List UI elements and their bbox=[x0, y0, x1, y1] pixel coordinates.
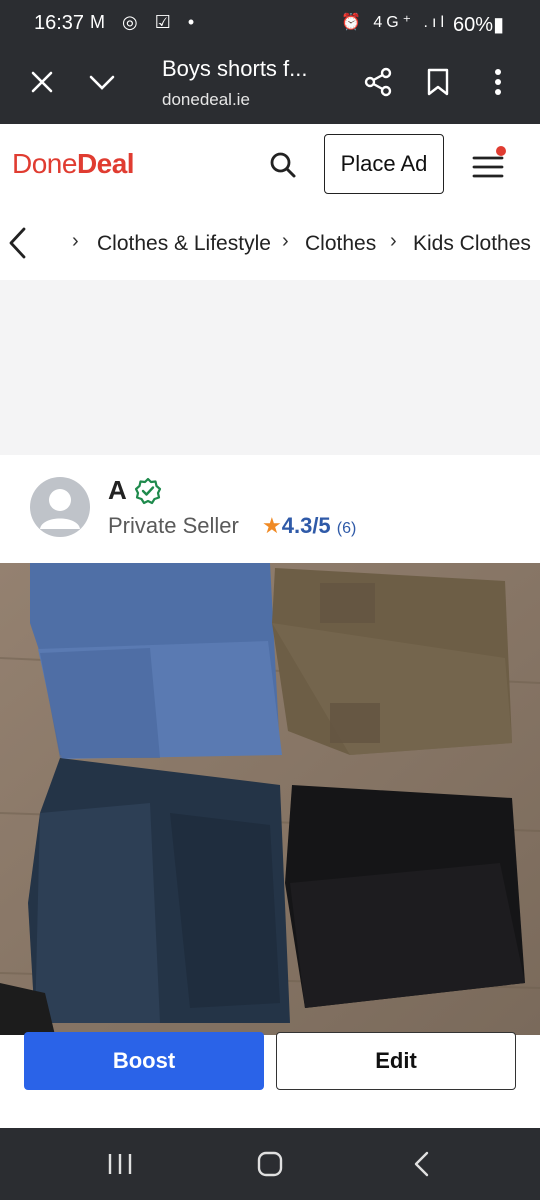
recent-apps-button[interactable] bbox=[100, 1148, 140, 1180]
signal-icons: ⏰ 4G⁺ .ıl bbox=[340, 14, 448, 31]
battery-indicator: 60%▮ bbox=[452, 14, 504, 36]
user-icon bbox=[40, 489, 80, 529]
chevron-right-icon: › bbox=[282, 230, 289, 252]
bookmark-icon bbox=[427, 68, 449, 96]
chevron-right-icon: › bbox=[72, 230, 79, 252]
donedeal-logo[interactable]: DoneDeal bbox=[12, 148, 135, 180]
breadcrumb-item-clothes[interactable]: Clothes bbox=[305, 232, 376, 256]
listing-photo[interactable] bbox=[0, 563, 540, 1035]
site-header: DoneDeal Place Ad bbox=[0, 124, 540, 209]
chevron-down-icon bbox=[89, 75, 115, 90]
seller-rating[interactable]: ★4.3/5 (6) bbox=[262, 513, 356, 539]
shorts-photo-illustration bbox=[0, 563, 540, 1035]
seller-panel[interactable]: A Private Seller ★4.3/5 (6) bbox=[0, 455, 540, 563]
logo-text-bold: Deal bbox=[76, 148, 135, 179]
system-back-button[interactable] bbox=[404, 1148, 440, 1180]
minimize-tab-button[interactable] bbox=[78, 58, 126, 106]
star-icon: ★ bbox=[262, 513, 282, 538]
edit-button[interactable]: Edit bbox=[276, 1032, 516, 1090]
more-options-button[interactable] bbox=[474, 58, 522, 106]
avatar bbox=[30, 477, 90, 537]
back-button[interactable] bbox=[6, 226, 36, 262]
close-icon bbox=[31, 71, 53, 93]
seller-type: Private Seller bbox=[108, 513, 239, 538]
system-navigation-bar bbox=[0, 1128, 540, 1200]
browser-toolbar: Boys shorts f... donedeal.ie bbox=[0, 48, 540, 124]
notification-icons: M ◎ ☑ • bbox=[90, 12, 201, 32]
notification-dot bbox=[496, 146, 506, 156]
rating-value: 4.3/5 bbox=[281, 513, 331, 538]
menu-button[interactable] bbox=[470, 146, 508, 184]
search-button[interactable] bbox=[266, 148, 300, 182]
rating-count: (6) bbox=[336, 520, 357, 537]
share-button[interactable] bbox=[354, 58, 402, 106]
ad-placeholder bbox=[0, 280, 540, 455]
status-time: 16:37 bbox=[34, 12, 85, 34]
seller-name: A bbox=[108, 475, 127, 505]
verified-badge-icon bbox=[134, 477, 162, 505]
chevron-right-icon: › bbox=[390, 230, 397, 252]
search-icon bbox=[270, 152, 296, 178]
boost-button[interactable]: Boost bbox=[24, 1032, 264, 1090]
home-icon bbox=[257, 1151, 283, 1177]
share-icon bbox=[364, 67, 392, 97]
breadcrumb-item-clothes-lifestyle[interactable]: Clothes & Lifestyle bbox=[97, 232, 271, 256]
back-arrow-icon bbox=[414, 1151, 429, 1177]
recent-apps-icon bbox=[108, 1154, 132, 1174]
logo-text-regular: Done bbox=[12, 148, 77, 179]
breadcrumb: › Clothes & Lifestyle › Clothes › Kids C… bbox=[0, 208, 540, 280]
page-title: Boys shorts f... bbox=[162, 56, 308, 81]
breadcrumb-item-kids-clothes[interactable]: Kids Clothes bbox=[413, 232, 531, 256]
bookmark-button[interactable] bbox=[414, 58, 462, 106]
page-url: donedeal.ie bbox=[162, 90, 250, 109]
close-tab-button[interactable] bbox=[18, 58, 66, 106]
home-button[interactable] bbox=[252, 1148, 288, 1180]
status-bar: 16:37 M ◎ ☑ • ⏰ 4G⁺ .ıl 60%▮ bbox=[0, 0, 540, 48]
more-vertical-icon bbox=[495, 69, 501, 95]
place-ad-button[interactable]: Place Ad bbox=[324, 134, 444, 194]
listing-action-bar: Boost Edit bbox=[0, 1032, 540, 1128]
chevron-left-icon bbox=[9, 227, 26, 259]
